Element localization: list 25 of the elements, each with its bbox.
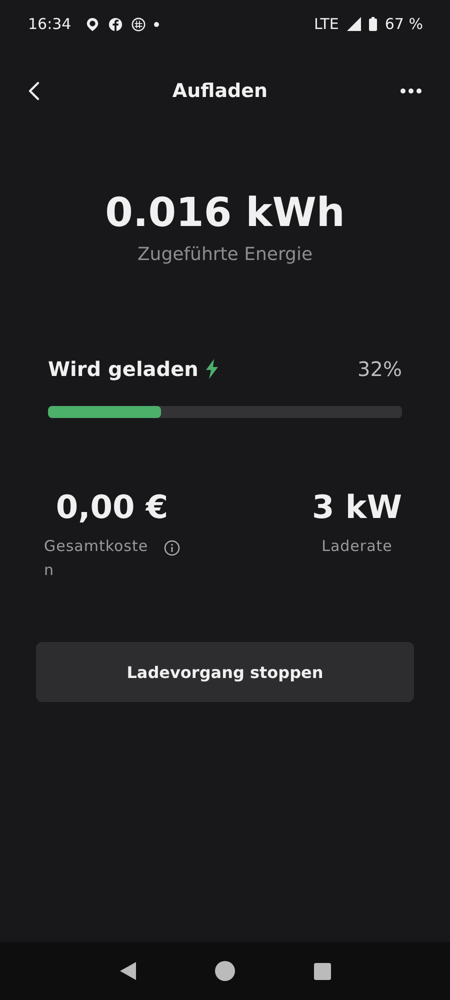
battery-percent: 67 % [384,15,423,33]
more-options-icon [400,88,422,94]
stat-label: Gesamtkosten [44,536,150,581]
facebook-icon [108,16,124,32]
location-pin-icon [85,16,100,32]
energy-label: Zugeführte Energie [137,244,313,265]
charging-status: Wird geladen [48,357,198,381]
stat-value: 3 kW [312,488,402,526]
battery-icon [368,17,377,31]
back-nav-icon[interactable] [120,962,136,980]
charge-percent: 32% [358,357,402,381]
stat-label: Laderate [322,536,392,557]
status-time: 16:34 [28,15,72,33]
info-icon[interactable] [164,540,180,556]
energy-value: 0.016 kWh [105,190,345,236]
recents-nav-icon[interactable] [314,962,330,980]
stop-charging-button[interactable]: Ladevorgang stoppen [36,642,414,702]
page-title: Aufladen [172,80,268,102]
lightning-bolt-icon [206,359,218,379]
stat-value: 0,00 € [56,488,168,526]
back-icon [28,81,40,101]
signal-icon [346,17,361,31]
network-type: LTE [314,15,339,33]
home-nav-icon[interactable] [214,961,234,981]
dot-icon [154,22,160,26]
